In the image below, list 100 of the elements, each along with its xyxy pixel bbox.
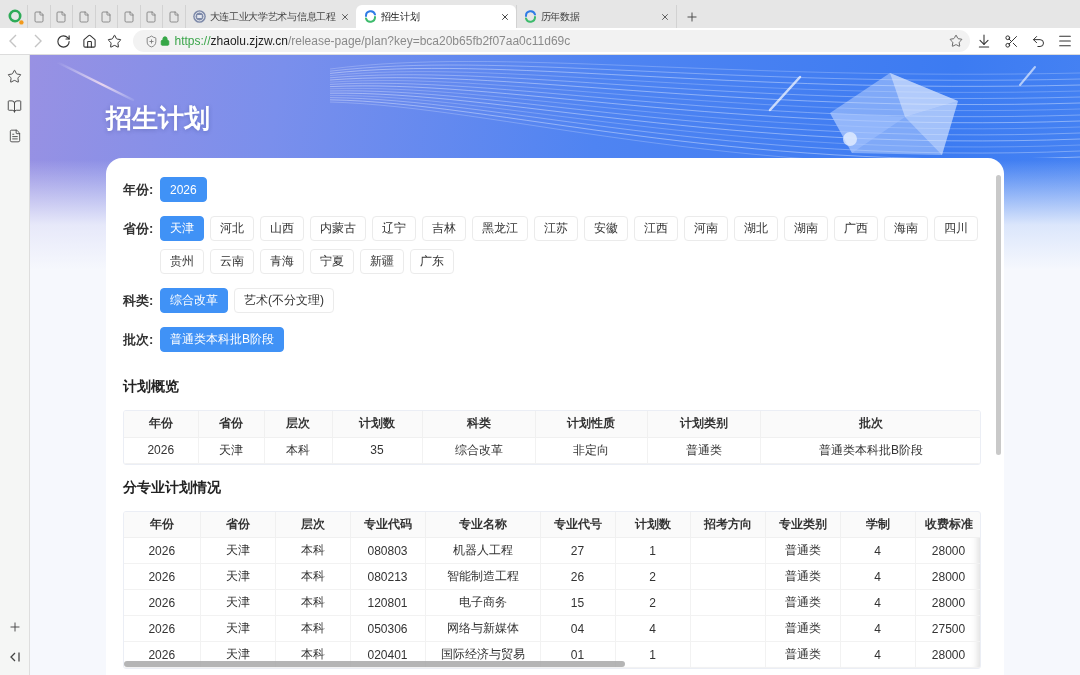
filter-option[interactable]: 宁夏	[310, 249, 354, 274]
filter-option[interactable]: 吉林	[422, 216, 466, 241]
filter-option[interactable]: 黑龙江	[472, 216, 528, 241]
table-cell: 综合改革	[422, 437, 535, 463]
scrollbar-thumb[interactable]	[124, 661, 625, 667]
filter-option[interactable]: 新疆	[360, 249, 404, 274]
table-cell: 本科	[275, 563, 350, 590]
column-header: 专业类别	[765, 511, 840, 538]
filter-option[interactable]: 安徽	[584, 216, 628, 241]
document-icon	[145, 10, 158, 23]
swirl-icon	[523, 10, 537, 23]
column-header: 省份	[198, 411, 264, 437]
close-icon[interactable]	[339, 11, 350, 22]
table-cell: 2026	[124, 615, 200, 642]
filter-option[interactable]: 青海	[260, 249, 304, 274]
filter-option[interactable]: 贵州	[160, 249, 204, 274]
filter-option[interactable]: 湖北	[734, 216, 778, 241]
filter-option[interactable]: 山西	[260, 216, 304, 241]
document-icon	[7, 129, 22, 143]
table-cell: 15	[540, 589, 615, 616]
table-cell: 本科	[275, 537, 350, 564]
table-cell: 2026	[124, 589, 200, 616]
table-cell: 电子商务	[425, 589, 540, 616]
book-icon	[7, 98, 22, 114]
document-icon	[122, 10, 135, 23]
undo-icon	[1030, 33, 1046, 49]
column-header: 计划数	[615, 511, 690, 538]
app-logo-icon	[8, 8, 24, 25]
menu-icon	[1057, 33, 1073, 49]
home-icon	[81, 33, 97, 49]
star-icon[interactable]	[948, 34, 963, 48]
filter-option[interactable]: 云南	[210, 249, 254, 274]
table-cell: 04	[540, 615, 615, 642]
filter-option[interactable]: 辽宁	[372, 216, 416, 241]
table-cell: 本科	[264, 437, 332, 463]
table-cell: 普通类	[765, 641, 840, 668]
table-cell: 普通类本科批B阶段	[760, 437, 980, 463]
table-cell: 28000	[915, 589, 980, 616]
table-cell: 普通类	[765, 563, 840, 590]
filter-label: 年份:	[123, 181, 155, 199]
table-cell: 28000	[915, 641, 980, 668]
download-icon	[976, 33, 992, 49]
table-cell: 天津	[200, 589, 275, 616]
filter-option[interactable]: 艺术(不分文理)	[234, 288, 334, 313]
filter-option[interactable]: 广东	[410, 249, 454, 274]
column-header: 招考方向	[690, 511, 765, 538]
table-cell: 28000	[915, 537, 980, 564]
filter-option[interactable]: 广西	[834, 216, 878, 241]
address-bar[interactable]: https://zhaolu.zjzw.cn/release-page/plan?key=bca20b65fb2f07aa0c11d69c	[132, 30, 970, 52]
document-icon	[77, 10, 90, 23]
column-header: 批次	[760, 411, 980, 437]
filter-option[interactable]: 内蒙古	[310, 216, 366, 241]
plus-icon	[7, 620, 22, 634]
emblem-icon	[192, 10, 206, 23]
scissors-icon	[1003, 33, 1019, 49]
table-cell: 4	[840, 641, 915, 668]
table-cell: 天津	[200, 537, 275, 564]
section-title: 分专业计划情况	[123, 477, 222, 497]
column-header: 收费标准	[915, 511, 980, 538]
filter-option[interactable]: 河北	[210, 216, 254, 241]
filter-label: 省份:	[123, 220, 155, 238]
close-icon[interactable]	[499, 11, 510, 22]
document-icon	[55, 10, 68, 23]
star-icon	[7, 68, 22, 84]
browser-tab[interactable]: 招生计划	[355, 5, 516, 28]
collapse-icon	[8, 651, 21, 663]
swirl-icon	[363, 10, 377, 23]
table-cell: 27	[540, 537, 615, 564]
filter-option[interactable]: 江西	[634, 216, 678, 241]
table-cell: 1	[615, 537, 690, 564]
star-icon	[107, 33, 123, 49]
filter-option[interactable]: 江苏	[534, 216, 578, 241]
table-cell: 4	[840, 563, 915, 590]
table-cell: 2026	[124, 437, 198, 463]
lock-icon	[159, 36, 170, 46]
table-cell: 4	[840, 589, 915, 616]
column-header: 年份	[124, 511, 200, 538]
table-cell: 本科	[275, 589, 350, 616]
url-text: https://zhaolu.zjzw.cn/release-page/plan?key=bca20b65fb2f07aa0c11d69c	[174, 34, 572, 48]
close-icon[interactable]	[659, 11, 670, 22]
scrollbar-thumb[interactable]	[996, 175, 1001, 455]
table-cell: 4	[615, 615, 690, 642]
table-cell: 120801	[350, 589, 425, 616]
table-cell: 4	[840, 537, 915, 564]
section-title: 计划概览	[123, 377, 180, 396]
filter-option[interactable]: 四川	[934, 216, 978, 241]
plus-icon	[685, 9, 700, 24]
column-header: 层次	[264, 411, 332, 437]
filter-option[interactable]: 湖南	[784, 216, 828, 241]
document-icon	[100, 10, 113, 23]
filter-option[interactable]: 河南	[684, 216, 728, 241]
filter-option[interactable]: 海南	[884, 216, 928, 241]
document-icon	[32, 10, 45, 23]
table-cell: 2026	[124, 537, 200, 564]
table-cell: 080213	[350, 563, 425, 590]
table-cell: 2	[615, 589, 690, 616]
table-cell: 普通类	[765, 615, 840, 642]
column-header: 学制	[840, 511, 915, 538]
table-cell: 2026	[124, 563, 200, 590]
table-cell: 27500	[915, 615, 980, 642]
